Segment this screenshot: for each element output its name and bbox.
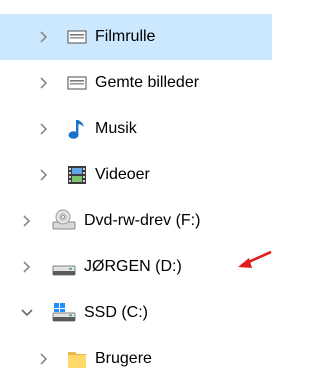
red-annotation-arrow <box>238 250 272 268</box>
tree-item-filmrulle[interactable]: Filmrulle <box>0 14 272 60</box>
dvd-drive-icon <box>51 209 77 233</box>
pictures-folder-icon <box>66 27 88 47</box>
chevron-right-icon[interactable] <box>36 121 52 137</box>
chevron-down-icon[interactable] <box>19 305 35 321</box>
tree-item-ssd-drive[interactable]: SSD (C:) <box>0 290 272 336</box>
tree-item-jorgen-drive[interactable]: JØRGEN (D:) <box>0 244 272 290</box>
tree-item-label: JØRGEN (D:) <box>84 258 182 275</box>
tree-item-musik[interactable]: Musik <box>0 106 272 152</box>
video-folder-icon <box>66 163 88 187</box>
tree-item-dvd-rw-drev[interactable]: Dvd-rw-drev (F:) <box>0 198 272 244</box>
tree-item-label: Videoer <box>95 166 150 183</box>
tree-item-label: SSD (C:) <box>84 304 148 321</box>
tree-item-gemte-billeder[interactable]: Gemte billeder <box>0 60 272 106</box>
usb-drive-icon <box>51 255 77 279</box>
pictures-folder-icon <box>66 73 88 93</box>
folder-icon <box>66 347 88 371</box>
tree-item-videoer[interactable]: Videoer <box>0 152 272 198</box>
chevron-right-icon[interactable] <box>36 351 52 367</box>
tree-item-brugere[interactable]: Brugere <box>0 336 272 382</box>
tree-item-label: Musik <box>95 120 137 137</box>
chevron-right-icon[interactable] <box>36 167 52 183</box>
windows-drive-icon <box>51 301 77 325</box>
chevron-right-icon[interactable] <box>36 75 52 91</box>
music-folder-icon <box>66 117 88 141</box>
chevron-right-icon[interactable] <box>19 213 35 229</box>
tree-item-label: Brugere <box>95 350 152 367</box>
tree-item-label: Gemte billeder <box>95 74 200 91</box>
tree-item-label: Filmrulle <box>95 28 156 45</box>
tree-item-label: Dvd-rw-drev (F:) <box>84 212 201 229</box>
chevron-right-icon[interactable] <box>19 259 35 275</box>
chevron-right-icon[interactable] <box>36 29 52 45</box>
